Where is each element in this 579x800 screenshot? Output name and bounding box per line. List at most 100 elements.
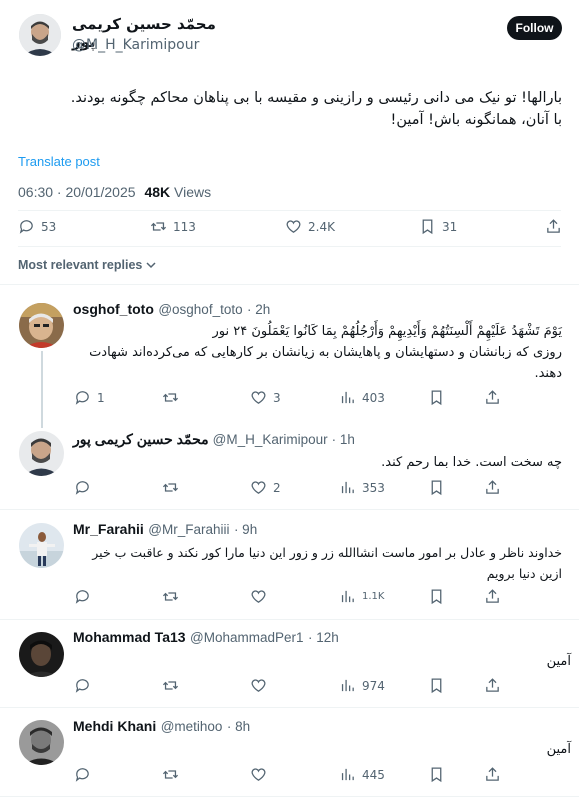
reply-1-bookmark-button[interactable] (428, 389, 445, 406)
post-bookmark-button[interactable]: 31 (419, 218, 457, 235)
reply-3-repost-button[interactable] (162, 588, 179, 605)
reply-3-header: Mr_Farahii @Mr_Farahiii · 9h (73, 521, 257, 539)
reply-5-share-button[interactable] (484, 766, 501, 783)
views-icon (341, 481, 354, 494)
reply-1-text-line2: روزی که زبانشان و دستهایشان و پاهایشان ب… (89, 345, 562, 360)
reply-1-share-button[interactable] (484, 389, 501, 406)
reply-icon (75, 679, 89, 693)
follow-button[interactable]: Follow (507, 16, 562, 40)
reply-5-text-line1: آمین (546, 742, 571, 757)
reply-avatar-mehdi[interactable] (19, 720, 64, 765)
reply-5-header: Mehdi Khani @metihoo · 8h (73, 718, 250, 736)
reply-icon (75, 768, 89, 782)
reply-avatar-mohammad-image (19, 632, 64, 677)
reply-avatar-osghof-image (19, 303, 64, 348)
reply-4-name[interactable]: Mohammad Ta13 (73, 629, 186, 645)
reply-3-reply-button[interactable] (74, 588, 91, 605)
reply-avatar-mehdi-image (19, 720, 64, 765)
reply-1-handle[interactable]: @osghof_toto (158, 302, 242, 317)
reply-3-text-line1: خداوند ناظر و عادل بر امور ماست انشاالله… (92, 545, 562, 560)
bookmark-icon (422, 219, 433, 235)
like-icon (251, 679, 266, 692)
reply-3-views[interactable]: 1.1K (339, 588, 384, 605)
reply-2-views[interactable]: 353 (339, 479, 385, 496)
reply-icon (75, 391, 89, 405)
reply-2-time: · 1h (331, 432, 355, 447)
reply-sort-selector[interactable]: Most relevant replies (18, 258, 156, 272)
post-text-line1: بارالها! تو نیک می دانی رئیسی و رازینی و… (70, 90, 562, 106)
reply-4-views[interactable]: 974 (339, 677, 385, 694)
reply-2-bookmark-button[interactable] (428, 479, 445, 496)
reply-4-repost-button[interactable] (162, 677, 179, 694)
reply-5-reply-button[interactable] (74, 766, 91, 783)
reply-2-reply-button[interactable] (74, 479, 91, 496)
reply-3-like-button[interactable] (250, 588, 267, 605)
reply-5-handle[interactable]: @metihoo (161, 719, 223, 734)
reply-3-name[interactable]: Mr_Farahii (73, 521, 144, 537)
views-icon (341, 679, 354, 692)
post-like-count: 2.4K (308, 219, 335, 234)
bookmark-icon (431, 480, 442, 496)
reply-1-repost-button[interactable] (162, 389, 179, 406)
reply-avatar-author-image (19, 431, 64, 476)
like-icon (251, 590, 266, 603)
reply-3-bookmark-button[interactable] (428, 588, 445, 605)
reply-avatar-osghof[interactable] (19, 303, 64, 348)
reply-1-name[interactable]: osghof_toto (73, 301, 154, 317)
post-repost-button[interactable]: 113 (150, 218, 196, 235)
reply-5-views[interactable]: 445 (339, 766, 385, 783)
reply-4-views-count: 974 (362, 678, 385, 693)
reply-3-views-count: 1.1K (362, 591, 385, 602)
author-handle[interactable]: @M_H_Karimipour (72, 37, 199, 53)
reply-4-share-button[interactable] (484, 677, 501, 694)
bookmark-icon (431, 589, 442, 605)
reply-3-handle[interactable]: @Mr_Farahiii (148, 522, 229, 537)
post-reply-button[interactable]: 53 (18, 218, 56, 235)
chevron-down-icon (146, 262, 156, 269)
repost-icon (162, 770, 179, 779)
share-icon (486, 589, 499, 603)
post-text-line2: با آنان، همانگونه باش! آمین! (390, 112, 562, 128)
translate-post-link[interactable]: Translate post (18, 154, 100, 169)
reply-4-reply-button[interactable] (74, 677, 91, 694)
reply-2-share-button[interactable] (484, 479, 501, 496)
reply-avatar-farahii-image (19, 523, 64, 568)
reply-1-text-line3: دهند. (534, 366, 562, 381)
reply-5-name[interactable]: Mehdi Khani (73, 718, 156, 734)
reply-sort-label: Most relevant replies (18, 258, 143, 272)
reply-2-like-count: 2 (273, 480, 281, 495)
reply-4-like-button[interactable] (250, 677, 267, 694)
reply-2-like-button[interactable]: 2 (250, 479, 281, 496)
views-icon (341, 590, 354, 603)
reply-1-like-button[interactable]: 3 (250, 389, 281, 406)
reply-3-share-button[interactable] (484, 588, 501, 605)
post-like-button[interactable]: 2.4K (285, 218, 335, 235)
reply-2-repost-button[interactable] (162, 479, 179, 496)
share-icon (486, 767, 499, 781)
views-icon (341, 768, 354, 781)
reply-4-handle[interactable]: @MohammadPer1 (190, 630, 304, 645)
author-avatar[interactable] (19, 14, 61, 56)
post-meta: 06:30 · 20/01/2025 48K Views (18, 184, 211, 200)
post-time: 06:30 · 20/01/2025 (18, 184, 136, 200)
reply-avatar-author[interactable] (19, 431, 64, 476)
reply-3-text-line2: ازین دنیا برویم (486, 566, 562, 581)
repost-icon (162, 483, 179, 492)
reply-avatar-mohammad[interactable] (19, 632, 64, 677)
reply-2-handle[interactable]: @M_H_Karimipour (213, 432, 328, 447)
bookmark-icon (431, 390, 442, 406)
reply-5-views-count: 445 (362, 767, 385, 782)
reply-4-header: Mohammad Ta13 @MohammadPer1 · 12h (73, 629, 339, 647)
reply-5-like-button[interactable] (250, 766, 267, 783)
post-share-button[interactable] (545, 218, 562, 235)
reply-2-name[interactable]: محمّد حسین کریمی پور (73, 431, 209, 448)
reply-1-views[interactable]: 403 (339, 389, 385, 406)
like-icon (251, 481, 266, 494)
reply-5-repost-button[interactable] (162, 766, 179, 783)
reply-4-bookmark-button[interactable] (428, 677, 445, 694)
reply-avatar-farahii[interactable] (19, 523, 64, 568)
reply-5-bookmark-button[interactable] (428, 766, 445, 783)
reply-1-reply-button[interactable]: 1 (74, 389, 105, 406)
like-icon (286, 220, 301, 233)
like-icon (251, 768, 266, 781)
